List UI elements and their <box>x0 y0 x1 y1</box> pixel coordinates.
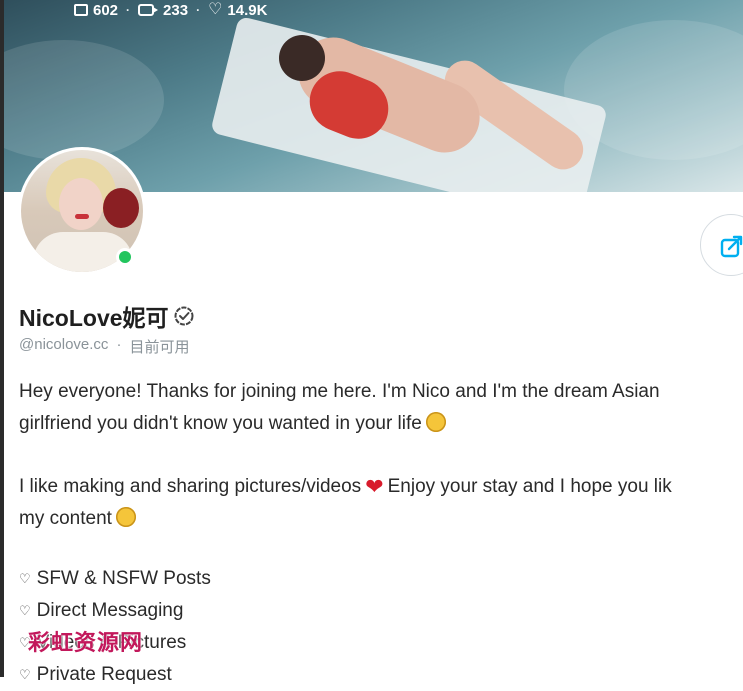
bio-line: I like making and sharing pictures/video… <box>19 474 672 499</box>
handle: @nicolove.cc <box>19 336 109 353</box>
smile-emoji-icon <box>115 507 136 527</box>
online-indicator <box>116 248 134 266</box>
heart-icon: ♡ <box>19 603 31 618</box>
videos-count[interactable]: 233 <box>138 2 188 19</box>
images-count[interactable]: 602 <box>74 2 118 19</box>
share-icon <box>720 235 743 258</box>
profile-bio: Hey everyone! Thanks for joining me here… <box>19 376 743 535</box>
profile-stats: 602 · 233 · ♡ 14.9K <box>74 0 267 20</box>
image-icon <box>74 4 88 16</box>
red-heart-emoji-icon: ❤ <box>365 474 384 499</box>
video-icon <box>138 4 159 16</box>
verified-icon <box>174 306 194 326</box>
heart-icon: ♡ <box>208 1 223 18</box>
list-item: ♡ Direct Messaging <box>19 595 211 627</box>
share-button[interactable] <box>700 214 743 276</box>
profile-subline: @nicolove.cc · 目前可用 <box>19 336 190 356</box>
availability-status: 目前可用 <box>129 339 190 356</box>
heart-icon: ♡ <box>19 571 31 586</box>
list-item: ♡ Private Request <box>19 659 211 691</box>
likes-count[interactable]: ♡ 14.9K <box>208 2 267 19</box>
watermark: 彩虹资源网 <box>28 631 144 656</box>
bio-line: Hey everyone! Thanks for joining me here… <box>19 381 660 402</box>
profile-name-row: NicoLove妮可 <box>19 299 195 333</box>
bio-line: girlfriend you didn't know you wanted in… <box>19 408 743 440</box>
list-item: ♡ SFW & NSFW Posts <box>19 563 211 595</box>
display-name: NicoLove妮可 <box>19 305 169 331</box>
heart-icon: ♡ <box>19 667 31 682</box>
smirk-emoji-icon <box>425 412 446 432</box>
bio-line: my content <box>19 503 743 535</box>
